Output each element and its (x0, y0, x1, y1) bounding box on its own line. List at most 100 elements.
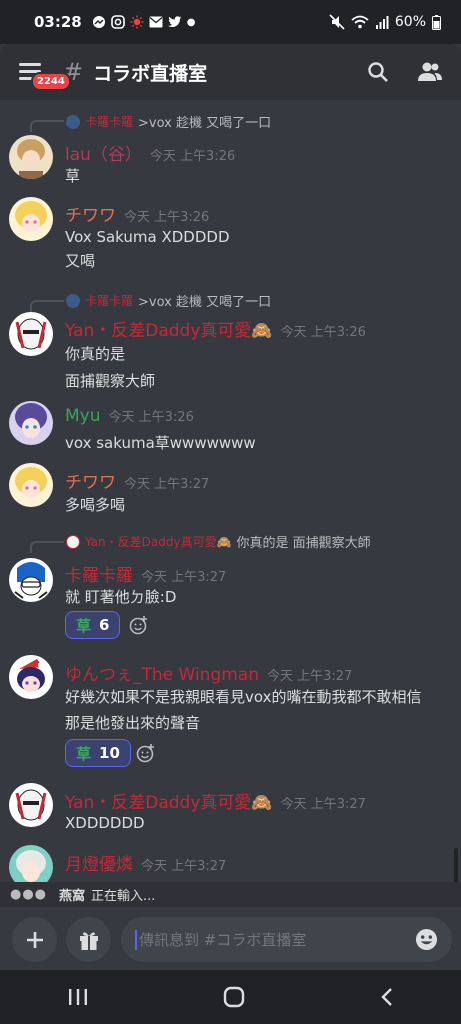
message-text: 那是他發出來的聲音 (65, 714, 201, 732)
message-list[interactable]: 卡羅卡羅 >vox 趁機 又喝了一口 lau（谷） 今天 上午3:26 草 チワ… (0, 100, 461, 882)
timestamp: 今天 上午3:26 (108, 410, 194, 425)
reply-author: Yan・反差Daddy真可愛🙈 (85, 535, 232, 549)
battery-percent: 60% (394, 14, 426, 30)
monkey-emoji: 🙈 (251, 793, 273, 813)
message-text: 多喝多喝 (65, 496, 126, 514)
reply-author: 卡羅卡羅 (85, 115, 134, 129)
author-name[interactable]: ゆんつぇ_The Wingman (65, 660, 259, 685)
message-text: vox sakuma草wwwwwww (65, 434, 256, 452)
notification-icons: ● (92, 15, 196, 29)
avatar[interactable] (9, 845, 53, 882)
attach-button[interactable] (12, 917, 57, 962)
author-name[interactable]: Yan・反差Daddy真可愛🙈 (65, 316, 273, 341)
channel-title: コラボ直播室 (93, 62, 208, 85)
avatar[interactable] (9, 197, 53, 241)
avatar[interactable] (9, 783, 53, 827)
reaction-count: 6 (99, 616, 110, 634)
back-icon[interactable] (380, 987, 394, 1007)
timestamp: 今天 上午3:26 (124, 210, 210, 225)
reaction-count: 10 (99, 744, 120, 762)
reply-preview[interactable]: Yan・反差Daddy真可愛🙈 你真的是 面捕觀察大師 (66, 532, 371, 551)
signal-icon (375, 16, 389, 29)
mute-icon (329, 14, 345, 30)
reaction-chip[interactable]: 草 6 (65, 611, 121, 639)
message-composer (0, 906, 461, 970)
message-text: 你真的是 (65, 345, 126, 363)
timestamp: 今天 上午3:27 (141, 570, 227, 585)
typing-user: 燕窩 (59, 888, 86, 904)
gift-icon (79, 931, 98, 950)
timestamp: 今天 上午3:27 (267, 669, 353, 684)
reply-preview[interactable]: 卡羅卡羅 >vox 趁機 又喝了一口 (66, 112, 271, 131)
instagram-icon (110, 15, 125, 29)
message-input-box[interactable] (121, 917, 452, 962)
message-text: 面捕觀察大師 (65, 372, 156, 390)
messenger-icon (92, 16, 105, 28)
author-name[interactable]: チワワ (65, 468, 116, 493)
reaction-chip[interactable]: 草 10 (65, 739, 131, 767)
author-name[interactable]: 卡羅卡羅 (65, 561, 133, 586)
avatar[interactable] (9, 463, 53, 507)
reply-connector (30, 120, 64, 132)
avatar[interactable] (9, 135, 53, 179)
unread-badge: 2244 (31, 72, 71, 91)
reply-text: >vox 趁機 又喝了一口 (138, 295, 272, 310)
channel-header: 2244 # コラボ直播室 (0, 44, 461, 100)
reaction-emoji: 草 (76, 616, 92, 635)
timestamp: 今天 上午3:27 (280, 797, 366, 812)
status-bar: 03:28 ● 60% (0, 0, 461, 44)
avatar[interactable] (9, 655, 53, 699)
avatar[interactable] (9, 312, 53, 356)
message-text: 又喝 (65, 252, 96, 270)
text-caret (135, 929, 137, 950)
add-reaction-icon[interactable] (129, 615, 149, 635)
avatar[interactable] (9, 558, 53, 602)
add-reaction-icon[interactable] (136, 743, 156, 763)
dot-icon: ● (186, 16, 196, 28)
typing-dots-icon: ●●● (10, 886, 48, 902)
timestamp: 今天 上午3:27 (141, 859, 227, 874)
plus-icon (26, 931, 43, 948)
battery-icon (432, 14, 441, 30)
reply-text: >vox 趁機 又喝了一口 (138, 116, 272, 131)
mail-icon (149, 16, 163, 28)
members-icon[interactable] (417, 61, 443, 83)
reply-text: 你真的是 面捕觀察大師 (236, 536, 371, 551)
gift-button[interactable] (66, 917, 111, 962)
android-nav-bar (0, 970, 461, 1024)
emoji-icon[interactable] (415, 928, 438, 951)
home-icon[interactable] (223, 986, 245, 1008)
author-name[interactable]: lau（谷） (65, 140, 142, 165)
scrollbar[interactable] (454, 848, 458, 882)
message-text: 就 盯著他ㄉ臉:D (65, 588, 177, 606)
sun-icon (130, 15, 144, 29)
author-name[interactable]: Yan・反差Daddy真可愛🙈 (65, 788, 273, 813)
reaction-emoji: 草 (76, 744, 92, 763)
author-name[interactable]: Myu (65, 406, 101, 426)
reply-author: 卡羅卡羅 (85, 294, 134, 308)
search-icon[interactable] (367, 61, 389, 83)
timestamp: 今天 上午3:26 (149, 149, 236, 164)
message-text: Vox Sakuma XDDDDD (65, 228, 230, 246)
message-input[interactable] (139, 930, 409, 949)
reply-avatar (66, 534, 80, 549)
reply-connector (30, 541, 64, 553)
system-icons: 60% (329, 14, 441, 30)
menu-button[interactable]: 2244 (19, 63, 71, 91)
hamburger-icon (19, 63, 41, 66)
recents-icon[interactable] (68, 988, 88, 1006)
author-name[interactable]: 月燈優燐 (65, 850, 133, 875)
timestamp: 今天 上午3:26 (280, 325, 366, 340)
reply-preview[interactable]: 卡羅卡羅 >vox 趁機 又喝了一口 (66, 291, 271, 310)
twitter-icon (167, 16, 182, 27)
reply-avatar (66, 114, 80, 129)
timestamp: 今天 上午3:27 (124, 477, 210, 492)
message-text: 草 (65, 167, 81, 185)
message-text: XDDDDDD (65, 814, 145, 832)
reply-avatar (66, 293, 80, 308)
reply-connector (30, 300, 64, 312)
wifi-icon (351, 15, 369, 29)
typing-indicator: ●●● 燕窩 正在輸入... (0, 882, 461, 906)
avatar[interactable] (9, 401, 53, 445)
author-name[interactable]: チワワ (65, 201, 116, 226)
